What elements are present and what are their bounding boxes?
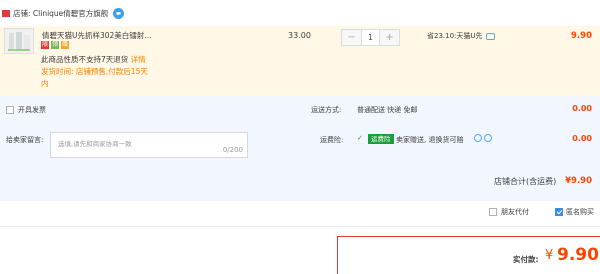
chat-icon[interactable]	[113, 7, 125, 19]
order-confirm-page: 店铺: Clinique倩碧官方旗舰 倩碧天猫U先抓样302美白镭射... 限 …	[0, 0, 600, 274]
store-icon	[2, 9, 10, 17]
friend-pay-label: 朋友代付	[501, 208, 529, 216]
store-header: 店铺: Clinique倩碧官方旗舰	[0, 0, 600, 26]
shipping-amount: 0.00	[572, 104, 592, 113]
unit-price: 33.00	[288, 31, 311, 40]
promo-badge: 赠	[61, 41, 69, 49]
decrease-button[interactable]: −	[342, 30, 361, 45]
product-badges: 限 领 赠	[41, 41, 69, 49]
return-policy-note: 此商品性质不支持7天退货 详情	[41, 54, 146, 65]
pay-currency: ¥	[545, 248, 554, 263]
anonymous-checkbox[interactable]	[555, 208, 563, 216]
friend-pay-option[interactable]: 朋友代付	[489, 207, 529, 217]
store-total-label: 店铺合计(含运费)	[494, 177, 557, 186]
insurance-amount: 0.00	[572, 134, 592, 143]
invoice-label: 开具发票	[18, 106, 46, 114]
divider	[0, 226, 600, 227]
increase-button[interactable]: +	[380, 30, 399, 45]
ship-time-note: 发货时间: 店铺预售,付款后15天	[41, 67, 148, 76]
help-icon[interactable]	[484, 134, 492, 142]
shipping-method: 普通配送 快递 免邮	[357, 106, 418, 114]
pay-amount: 9.90	[557, 245, 599, 265]
product-title[interactable]: 倩碧天猫U先抓样302美白镭射...	[42, 30, 151, 41]
insurance-text: 卖家赠送, 退换货可赔	[396, 136, 464, 144]
message-label: 给卖家留言:	[6, 136, 44, 144]
comment-icon[interactable]	[474, 134, 482, 142]
quantity-input[interactable]: 1	[361, 30, 380, 45]
shipping-label: 运送方式:	[311, 106, 342, 114]
invoice-option[interactable]: 开具发票	[6, 105, 46, 115]
promo-badge: 限	[41, 41, 49, 49]
store-total-amount: ¥9.90	[565, 176, 592, 186]
product-thumbnail[interactable]	[4, 28, 34, 54]
product-row: 倩碧天猫U先抓样302美白镭射... 限 领 赠 此商品性质不支持7天退货 详情…	[0, 26, 600, 96]
comment-icon[interactable]	[485, 32, 495, 40]
insurance-label: 运费险:	[320, 136, 344, 144]
return-policy-text: 此商品性质不支持7天退货	[41, 55, 131, 64]
insurance-info	[474, 134, 492, 142]
promo-badge: 领	[51, 41, 59, 49]
pay-label: 实付款:	[513, 255, 539, 264]
quantity-stepper: − 1 +	[341, 29, 400, 46]
details-link[interactable]: 详情	[131, 55, 146, 64]
pay-summary: 实付款: ¥ 9.90	[337, 236, 600, 274]
anonymous-option[interactable]: 匿名购买	[555, 207, 594, 217]
message-char-count: 0/200	[222, 146, 243, 154]
ship-time-note-cont: 内	[41, 79, 49, 88]
message-placeholder: 选填,请先和商家协商一致	[58, 140, 132, 148]
seller-message-input[interactable]: 选填,请先和商家协商一致 0/200	[50, 132, 248, 158]
friend-pay-checkbox[interactable]	[489, 208, 497, 216]
invoice-checkbox[interactable]	[6, 106, 14, 114]
order-options: 开具发票 运送方式: 普通配送 快递 免邮 0.00 给卖家留言: 选填,请先和…	[0, 96, 600, 201]
anonymous-label: 匿名购买	[566, 208, 594, 216]
saving-text: 省23.10:天猫U先	[427, 32, 483, 40]
insurance-badge: 运费险	[368, 134, 394, 144]
insurance-check-icon: ✓	[357, 134, 363, 142]
saving-note: 省23.10:天猫U先	[427, 31, 495, 41]
item-subtotal: 9.90	[571, 31, 592, 41]
store-name[interactable]: 店铺: Clinique倩碧官方旗舰	[13, 8, 108, 19]
